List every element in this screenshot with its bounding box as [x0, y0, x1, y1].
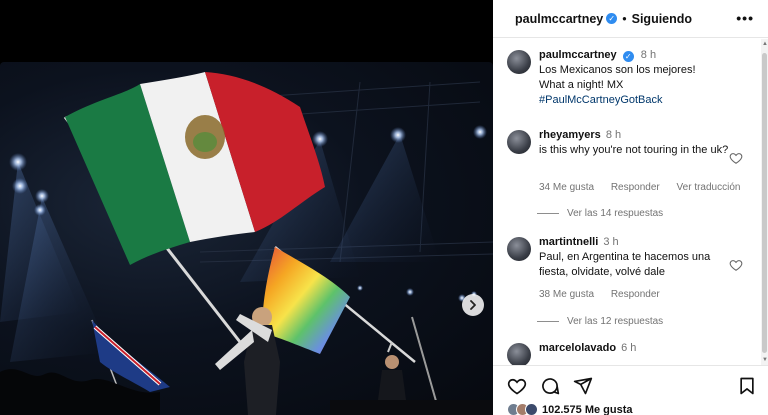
header-separator: • — [622, 11, 627, 26]
bookmark-icon[interactable] — [737, 376, 757, 396]
spotlight — [473, 125, 487, 139]
chevron-right-icon — [470, 300, 476, 310]
comment-text: Paul, en Argentina te hacemos una fiesta… — [539, 251, 711, 278]
comment-username[interactable]: rheyamyers — [539, 129, 601, 141]
paper-plane-icon[interactable] — [573, 376, 593, 396]
avatar[interactable] — [507, 130, 531, 154]
comment-time: 3 h — [603, 236, 619, 248]
caption-username[interactable]: paulmccartney — [539, 49, 617, 61]
comment-username[interactable]: martintnelli — [539, 236, 598, 248]
spotlight — [312, 131, 328, 147]
comment-text: is this why you're not touring in the uk… — [539, 144, 729, 156]
avatar[interactable] — [507, 237, 531, 261]
comment-username[interactable]: marcelolavado — [539, 342, 616, 354]
comments-list[interactable]: paulmccartney ✓ 8 h Los Mexicanos son lo… — [493, 39, 761, 365]
verified-badge-icon: ✓ — [622, 51, 634, 62]
avatar[interactable] — [507, 50, 531, 74]
scroll-down-arrow-icon[interactable]: ▼ — [762, 357, 768, 363]
view-replies-label: Ver las 12 respuestas — [567, 316, 664, 327]
comments-scrollbar[interactable]: ▲ ▼ — [761, 39, 768, 365]
avatar[interactable] — [507, 343, 531, 365]
liker-avatar — [525, 403, 538, 415]
verified-badge-icon: ✓ — [606, 13, 618, 24]
caption-line-1: Los Mexicanos son los mejores! — [539, 64, 696, 76]
instagram-post-modal: paulmccartney ✓ • Siguiendo ••• paulmcca… — [0, 0, 768, 415]
comment-likes[interactable]: 38 Me gusta — [539, 289, 594, 300]
spotlight — [390, 127, 406, 143]
following-button[interactable]: Siguiendo — [632, 12, 692, 26]
post-details-pane: paulmccartney ✓ • Siguiendo ••• paulmcca… — [493, 0, 768, 415]
reply-button[interactable]: Responder — [611, 289, 660, 300]
view-replies-button[interactable]: Ver las 12 respuestas — [537, 316, 663, 327]
comment-likes[interactable]: 34 Me gusta — [539, 182, 594, 193]
translate-button[interactable]: Ver traducción — [677, 182, 741, 193]
spotlight — [357, 285, 363, 291]
more-options-icon[interactable]: ••• — [736, 10, 754, 26]
replies-line — [537, 213, 559, 214]
comment-time: 6 h — [621, 342, 637, 354]
caption-time: 8 h — [640, 49, 657, 61]
comment-icon[interactable] — [540, 376, 560, 396]
concert-photo-illustration — [0, 72, 493, 415]
spotlight — [12, 178, 28, 194]
post-header: paulmccartney ✓ • Siguiendo ••• — [493, 0, 768, 38]
post-actions-bar: 102.575 Me gusta — [493, 365, 768, 415]
next-photo-button[interactable] — [462, 294, 484, 316]
scrollbar-thumb[interactable] — [762, 53, 767, 353]
spotlight — [34, 204, 46, 216]
caption-hashtag[interactable]: #PaulMcCartneyGotBack — [539, 93, 735, 108]
comment-meta: 38 Me gusta Responder — [539, 287, 674, 302]
spotlight — [35, 189, 49, 203]
spotlight — [9, 153, 27, 171]
post-photo[interactable] — [0, 62, 493, 415]
view-replies-label: Ver las 14 respuestas — [567, 208, 664, 219]
comment-like-heart-icon[interactable] — [729, 258, 743, 272]
comment-time: 8 h — [605, 129, 622, 141]
comment-like-heart-icon[interactable] — [729, 151, 743, 165]
scroll-up-arrow-icon[interactable]: ▲ — [762, 41, 768, 47]
view-replies-button[interactable]: Ver las 14 respuestas — [537, 208, 663, 219]
header-username[interactable]: paulmccartney — [515, 12, 603, 26]
comment-meta: 34 Me gusta Responder Ver traducción — [539, 180, 754, 195]
caption-line-2: What a night! MX — [539, 79, 624, 91]
replies-line — [537, 321, 559, 322]
reply-button[interactable]: Responder — [611, 182, 660, 193]
stage-edge — [330, 400, 493, 415]
spotlight — [406, 288, 414, 296]
post-media-pane — [0, 0, 493, 415]
heart-icon[interactable] — [507, 376, 527, 396]
likes-summary[interactable]: 102.575 Me gusta — [507, 403, 633, 415]
likes-count[interactable]: 102.575 Me gusta — [542, 404, 633, 415]
